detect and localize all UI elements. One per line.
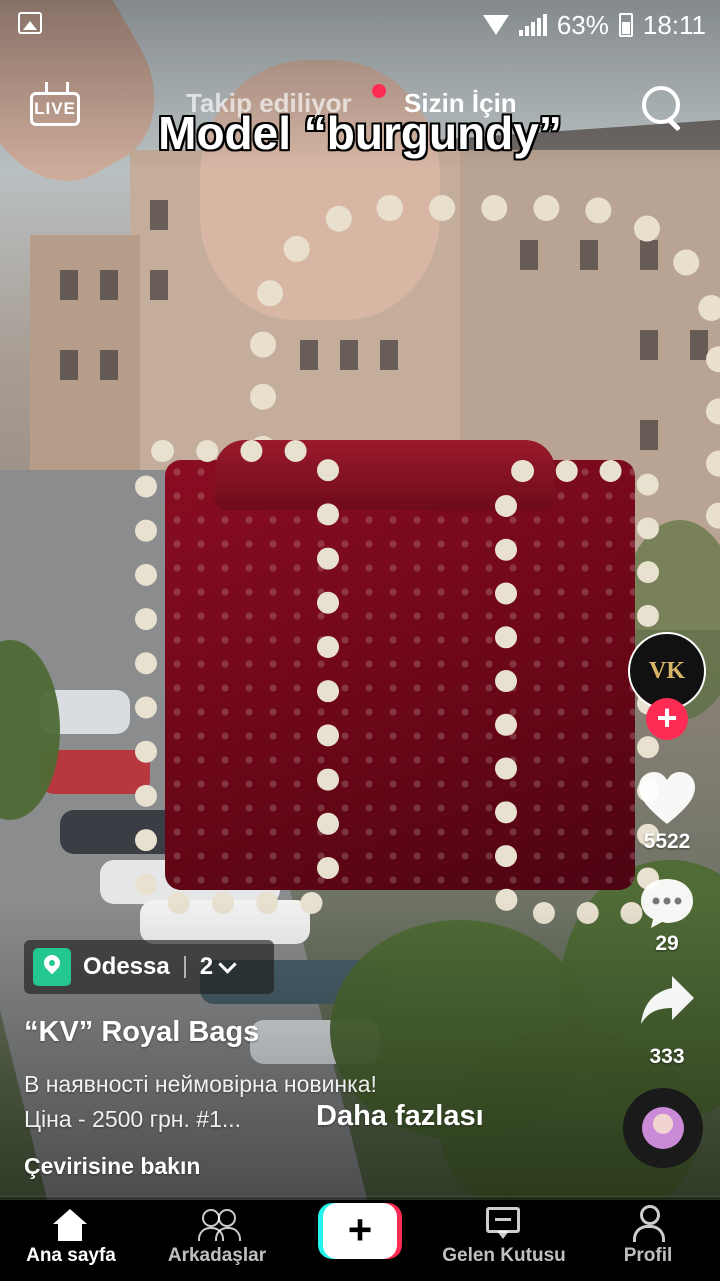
gallery-icon [18, 12, 42, 34]
live-notification-dot [372, 84, 386, 98]
building-window [60, 350, 78, 380]
location-count: 2 [199, 953, 214, 980]
see-more-link[interactable]: Daha fazlası [316, 1100, 484, 1133]
profile-icon [632, 1205, 665, 1243]
nav-profile-label: Profil [623, 1245, 673, 1266]
location-chip[interactable]: Odessa 2 [24, 940, 274, 994]
nav-inbox[interactable]: Gelen Kutusu [430, 1197, 578, 1281]
friends-icon [198, 1207, 241, 1241]
see-translation-link[interactable]: Çevirisine bakın [24, 1153, 200, 1180]
description-line-2: Ціна - 2500 грн. #1... [24, 1106, 242, 1132]
create-button[interactable]: + [318, 1203, 402, 1259]
location-name: Odessa [83, 953, 170, 980]
home-icon [53, 1209, 87, 1241]
sound-avatar [642, 1107, 684, 1149]
nav-profile[interactable]: Profil [608, 1197, 688, 1281]
share-icon [641, 976, 694, 1024]
chevron-down-icon [218, 954, 237, 974]
burgundy-bag [135, 195, 720, 924]
video-caption-overlay: Model “burgundy” [158, 107, 562, 159]
nav-inbox-label: Gelen Kutusu [442, 1245, 566, 1266]
description-line-1: В наявності неймовірна новинка! [24, 1071, 377, 1097]
clock: 18:11 [642, 9, 706, 40]
battery-icon [618, 13, 633, 37]
signal-icon [518, 14, 547, 36]
tv-antenna-icon [45, 82, 69, 92]
location-pin-icon [33, 948, 71, 986]
author-name[interactable]: “KV” Royal Bags [24, 1016, 259, 1049]
share-button[interactable] [638, 972, 696, 1030]
building-window [150, 270, 168, 300]
divider [183, 956, 186, 978]
building-window [100, 350, 118, 380]
share-count: 333 [649, 1045, 685, 1068]
status-bar: 63% 18:11 [0, 0, 720, 50]
plus-icon: + [323, 1203, 397, 1259]
building-left [30, 235, 140, 505]
wifi-icon [482, 15, 509, 35]
nav-friends[interactable]: Arkadaşlar [150, 1197, 284, 1281]
avatar-monogram: VK [649, 657, 685, 684]
nav-home-label: Ana sayfa [26, 1245, 116, 1266]
pearl-frame-left [135, 440, 339, 914]
follow-button[interactable]: + [646, 698, 688, 740]
like-button[interactable] [637, 770, 697, 826]
nav-friends-label: Arkadaşlar [167, 1245, 267, 1266]
comment-count: 29 [655, 932, 679, 955]
nav-home[interactable]: Ana sayfa [10, 1197, 132, 1281]
building-window [100, 270, 118, 300]
building-window [150, 200, 168, 230]
building-window [60, 270, 78, 300]
bottom-nav: Ana sayfa Arkadaşlar + Gelen Kutusu Prof… [0, 1196, 720, 1281]
battery-percent: 63% [556, 9, 609, 40]
music-disc-icon[interactable] [623, 1088, 703, 1168]
comment-button[interactable] [638, 876, 696, 930]
heart-icon [639, 772, 695, 824]
like-count: 5522 [643, 830, 691, 853]
inbox-icon [486, 1207, 520, 1241]
status-icons: 63% 18:11 [482, 9, 706, 40]
